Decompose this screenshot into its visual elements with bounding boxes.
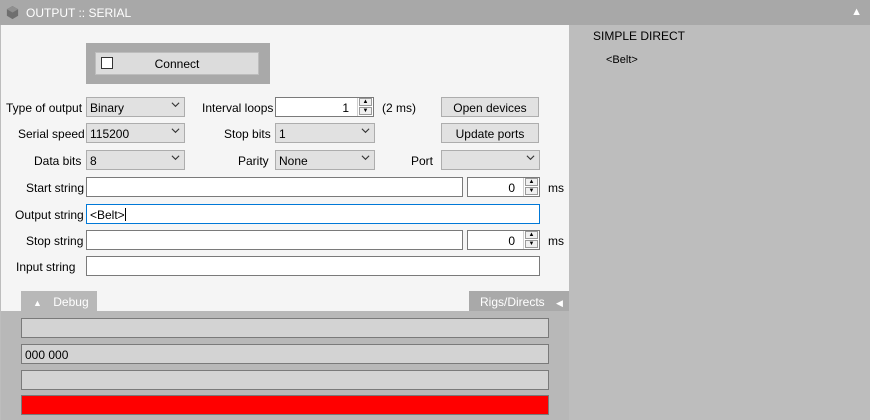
debug-line-2: 000 000 [21, 344, 549, 364]
window-title: OUTPUT :: SERIAL [26, 6, 132, 20]
stop-delay-spin-buttons: ▲ ▼ [523, 231, 539, 249]
chevron-down-icon [361, 128, 370, 134]
spin-down-icon[interactable]: ▼ [525, 187, 538, 195]
type-of-output-value: Binary [90, 101, 125, 115]
stop-string-label: Stop string [26, 234, 84, 248]
triangle-up-icon: ▲ [33, 298, 42, 308]
input-string-label: Input string [16, 260, 76, 274]
open-devices-button[interactable]: Open devices [441, 97, 539, 117]
data-bits-select[interactable]: 8 [86, 150, 185, 170]
tab-debug[interactable]: ▲ Debug [21, 291, 97, 311]
start-delay-value: 0 [508, 181, 515, 195]
serial-speed-value: 115200 [90, 127, 130, 141]
parity-select[interactable]: None [275, 150, 375, 170]
port-label: Port [411, 154, 434, 168]
output-string-input[interactable]: <Belt> [86, 204, 540, 224]
stop-string-input[interactable] [86, 230, 463, 250]
start-string-input[interactable] [86, 177, 463, 197]
port-select[interactable] [441, 150, 540, 170]
tab-debug-label: Debug [53, 295, 89, 309]
stop-bits-select[interactable]: 1 [275, 123, 375, 143]
debug-line-1 [21, 318, 549, 338]
start-string-label: Start string [26, 181, 85, 195]
app-hexagon-icon [6, 5, 19, 20]
parity-value: None [279, 154, 308, 168]
spin-down-icon[interactable]: ▼ [525, 240, 538, 248]
start-delay-stepper[interactable]: 0 ▲ ▼ [467, 177, 540, 197]
stop-delay-value: 0 [508, 234, 515, 248]
interval-loops-spin-buttons: ▲ ▼ [357, 98, 373, 116]
text-caret [124, 208, 126, 221]
update-ports-button[interactable]: Update ports [441, 123, 539, 143]
stop-delay-unit: ms [548, 234, 564, 248]
start-delay-spin-buttons: ▲ ▼ [523, 178, 539, 196]
spin-down-icon[interactable]: ▼ [359, 107, 372, 115]
output-string-label: Output string [15, 208, 84, 222]
parity-label: Parity [238, 154, 269, 168]
spin-up-icon[interactable]: ▲ [525, 178, 538, 186]
simple-direct-item[interactable]: <Belt> [606, 54, 638, 66]
data-bits-label: Data bits [34, 154, 82, 168]
interval-loops-stepper[interactable]: 1 ▲ ▼ [275, 97, 374, 117]
serial-speed-label: Serial speed [18, 127, 85, 141]
debug-status-bar [21, 395, 549, 415]
type-of-output-select[interactable]: Binary [86, 97, 185, 117]
chevron-down-icon [171, 102, 180, 108]
serial-speed-select[interactable]: 115200 [86, 123, 185, 143]
stop-bits-label: Stop bits [224, 127, 271, 141]
chevron-down-icon [171, 128, 180, 134]
interval-loops-label: Interval loops [202, 101, 274, 115]
triangle-up-icon[interactable]: ▲ [851, 6, 862, 18]
output-string-value: <Belt> [90, 208, 125, 222]
connect-checkbox[interactable] [101, 57, 113, 69]
tab-rigs-directs[interactable]: Rigs/Directs ◀ [469, 291, 569, 311]
connect-label: Connect [154, 57, 200, 71]
simple-direct-heading: SIMPLE DIRECT [593, 29, 686, 43]
chevron-down-icon [361, 155, 370, 161]
spin-up-icon[interactable]: ▲ [359, 98, 372, 106]
chevron-down-icon [171, 155, 180, 161]
tab-rigs-directs-label: Rigs/Directs [480, 295, 545, 309]
stop-delay-stepper[interactable]: 0 ▲ ▼ [467, 230, 540, 250]
data-bits-value: 8 [90, 154, 97, 168]
interval-loops-value: 1 [342, 101, 349, 115]
debug-line-3 [21, 370, 549, 390]
type-of-output-label: Type of output [6, 101, 83, 115]
title-bar: OUTPUT :: SERIAL ▲ [0, 0, 870, 25]
start-delay-unit: ms [548, 181, 564, 195]
input-string-input[interactable] [86, 256, 540, 276]
chevron-down-icon [526, 155, 535, 161]
spin-up-icon[interactable]: ▲ [525, 231, 538, 239]
stop-bits-value: 1 [279, 127, 286, 141]
triangle-left-icon: ◀ [556, 298, 563, 308]
interval-ms-readout: (2 ms) [382, 101, 416, 115]
